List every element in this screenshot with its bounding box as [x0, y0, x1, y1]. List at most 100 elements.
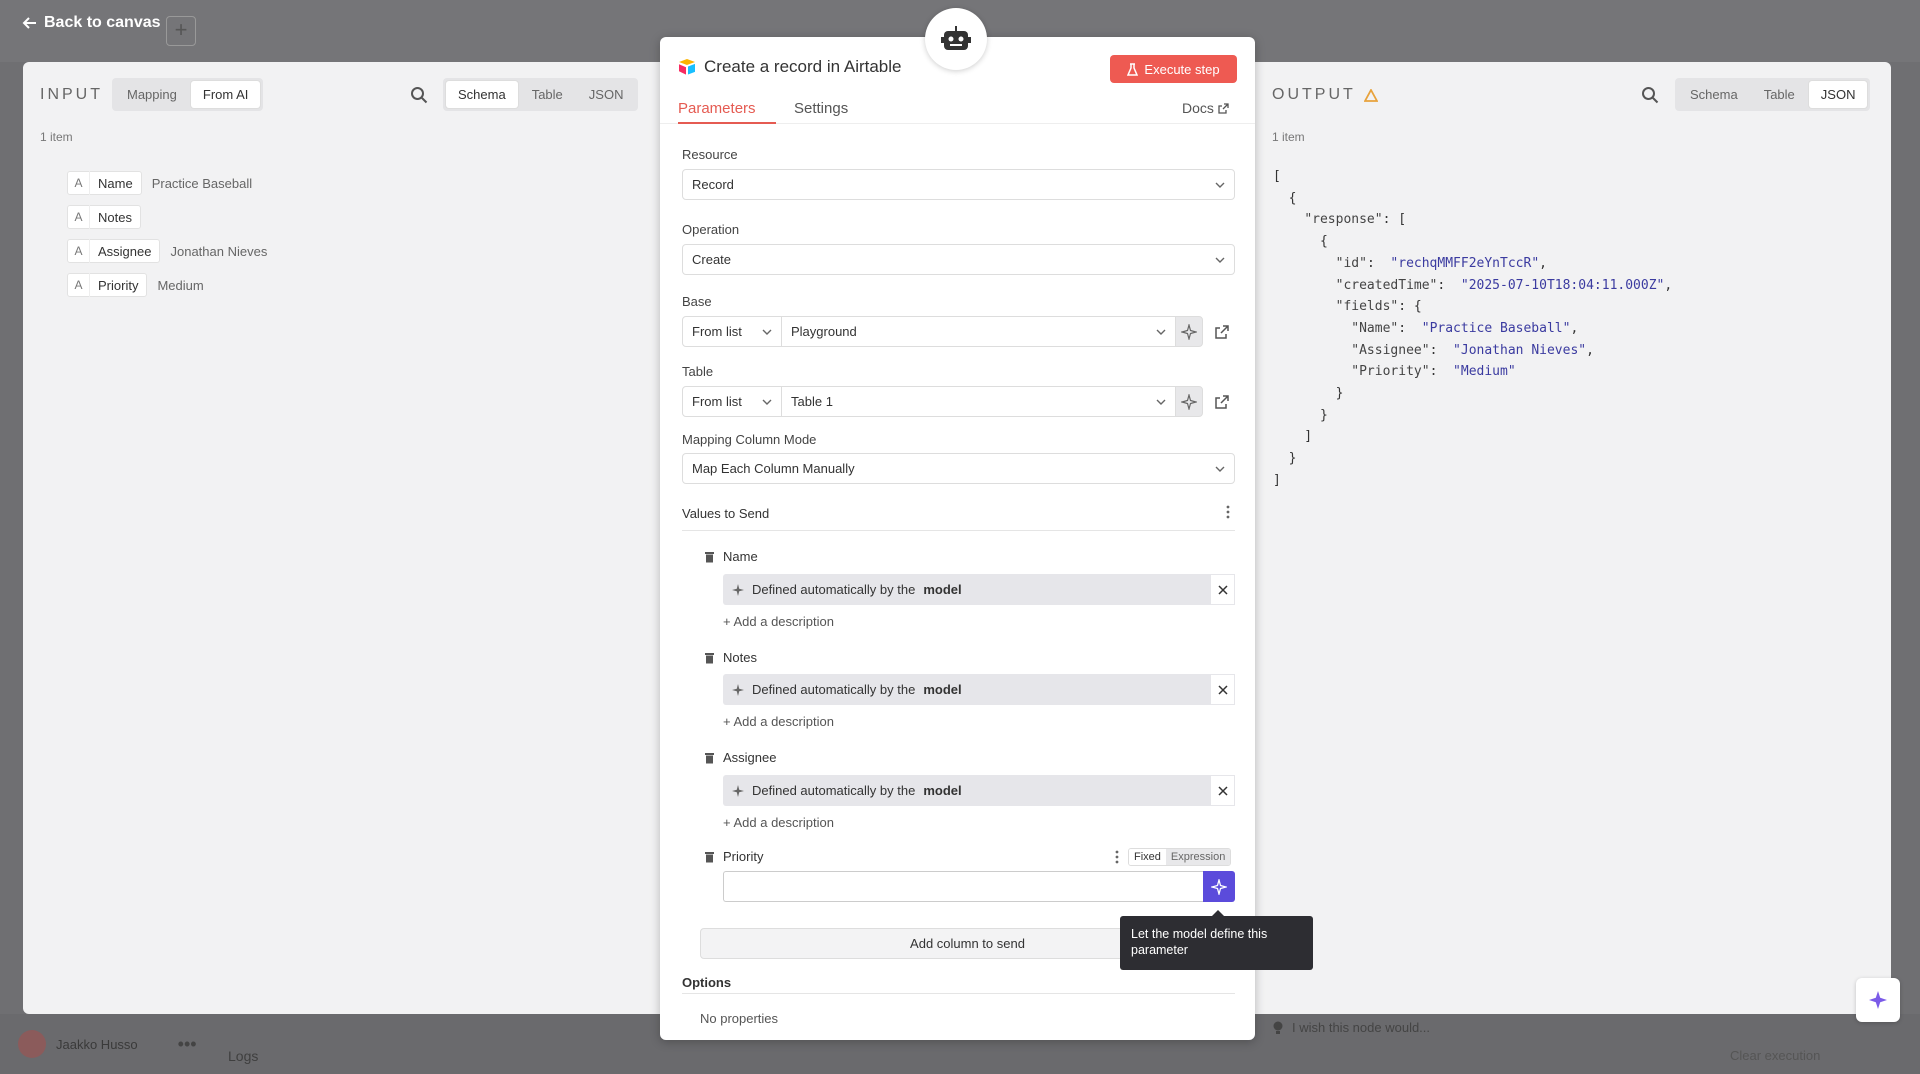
back-to-canvas-link[interactable]: Back to canvas	[22, 14, 161, 32]
auto-bold: model	[923, 783, 962, 798]
sparkle-icon	[1181, 323, 1197, 340]
add-description-link[interactable]: + Add a description	[723, 714, 834, 729]
open-base-icon[interactable]	[1214, 324, 1230, 340]
json-line: "Priority": "Medium"	[1351, 364, 1516, 380]
schema-key-pill[interactable]: A Assignee	[67, 239, 161, 263]
sparkle-icon	[732, 583, 744, 596]
table-label: Table	[682, 364, 714, 379]
arrow-left-icon	[22, 17, 36, 29]
json-line: ]	[1273, 429, 1313, 445]
section-divider	[682, 530, 1235, 531]
user-menu[interactable]: Jaakko Husso •••	[18, 1030, 197, 1058]
schema-value: Jonathan Nieves	[170, 243, 268, 259]
auto-prefix: Defined automatically by the	[752, 582, 916, 597]
schema-value: Practice Baseball	[151, 175, 253, 191]
field-label: Notes	[723, 650, 757, 665]
logs-label[interactable]: Logs	[228, 1048, 258, 1064]
string-type-icon: A	[68, 239, 90, 263]
table-ai-button[interactable]	[1175, 386, 1203, 417]
base-mode-value: From list	[692, 324, 742, 339]
auto-defined-field[interactable]: Defined automatically by the model	[723, 775, 1235, 806]
external-link-icon	[1218, 102, 1229, 114]
docs-label: Docs	[1182, 100, 1214, 116]
tab-settings[interactable]: Settings	[794, 100, 848, 117]
auto-defined-field[interactable]: Defined automatically by the model	[723, 674, 1235, 705]
operation-select[interactable]: Create	[682, 244, 1235, 275]
mapping-mode-value: Map Each Column Manually	[692, 461, 855, 476]
tab-mapping[interactable]: Mapping	[115, 81, 189, 108]
input-panel: INPUT Mapping From AI Schema Table JSON …	[23, 62, 659, 1014]
sparkle-icon	[1181, 393, 1197, 410]
fixed-expression-toggle: Fixed Expression	[1128, 848, 1232, 866]
mapping-mode-select[interactable]: Map Each Column Manually	[682, 453, 1235, 484]
avatar	[18, 1030, 46, 1058]
input-label: INPUT	[40, 86, 103, 103]
field-label: Assignee	[723, 750, 777, 765]
add-description-link[interactable]: + Add a description	[723, 614, 834, 629]
ai-assistant-button[interactable]	[1856, 978, 1900, 1022]
tab-table[interactable]: Table	[1752, 81, 1807, 108]
resource-select[interactable]: Record	[682, 169, 1235, 200]
clear-ai-button[interactable]	[1210, 674, 1235, 705]
node-title[interactable]: Create a record in Airtable	[704, 57, 902, 77]
add-description-link[interactable]: + Add a description	[723, 815, 834, 830]
table-select[interactable]: Table 1	[781, 386, 1176, 417]
docs-link[interactable]: Docs	[1182, 100, 1229, 116]
tab-schema[interactable]: Schema	[446, 81, 518, 108]
tab-parameters[interactable]: Parameters	[678, 100, 756, 117]
trash-icon[interactable]	[704, 851, 715, 863]
output-panel: OUTPUT Schema Table JSON 1 item [ { "res…	[1255, 62, 1891, 1014]
table-mode-select[interactable]: From list	[682, 386, 782, 417]
json-line: {	[1273, 234, 1328, 250]
search-icon[interactable]	[1641, 86, 1659, 104]
kebab-icon[interactable]	[1226, 505, 1230, 519]
base-mode-select[interactable]: From list	[682, 316, 782, 347]
tab-json[interactable]: JSON	[577, 81, 636, 108]
expression-option[interactable]: Expression	[1165, 849, 1231, 865]
tab-from-ai[interactable]: From AI	[190, 81, 261, 108]
base-select[interactable]: Playground	[781, 316, 1176, 347]
schema-key-pill[interactable]: A Notes	[67, 205, 141, 229]
open-table-icon[interactable]	[1214, 394, 1230, 410]
trash-icon[interactable]	[704, 652, 715, 664]
clear-execution-button[interactable]: Clear execution	[1730, 1048, 1820, 1063]
more-icon[interactable]: •••	[178, 1034, 197, 1055]
clear-ai-button[interactable]	[1210, 574, 1235, 605]
base-ai-button[interactable]	[1175, 316, 1203, 347]
field-label: Name	[723, 549, 758, 564]
auto-defined-field[interactable]: Defined automatically by the model	[723, 574, 1235, 605]
kebab-icon[interactable]	[1115, 850, 1119, 864]
json-line: "response": [	[1304, 212, 1407, 228]
execute-step-button[interactable]: Execute step	[1110, 55, 1237, 83]
values-to-send-title: Values to Send	[682, 506, 770, 521]
string-type-icon: A	[68, 205, 90, 229]
trash-icon[interactable]	[704, 752, 715, 764]
feedback-link[interactable]: I wish this node would...	[1272, 1020, 1430, 1035]
add-node-button[interactable]: +	[166, 16, 196, 46]
trash-icon[interactable]	[704, 551, 715, 563]
lightbulb-icon	[1273, 1021, 1283, 1034]
json-line: "fields": {	[1335, 299, 1422, 315]
user-name: Jaakko Husso	[56, 1036, 138, 1052]
schema-row: A Assignee Jonathan Nieves	[67, 234, 267, 268]
tab-schema[interactable]: Schema	[1678, 81, 1750, 108]
schema-row: A Priority Medium	[67, 268, 267, 302]
json-viewer[interactable]: [ { "response": [ { "id": "rechqMMFF2eYn…	[1273, 166, 1672, 492]
active-tab-indicator	[678, 122, 776, 124]
let-model-define-button[interactable]	[1203, 871, 1235, 902]
auto-prefix: Defined automatically by the	[752, 783, 916, 798]
tab-table[interactable]: Table	[520, 81, 575, 108]
search-icon[interactable]	[410, 86, 428, 104]
mapping-mode-label: Mapping Column Mode	[682, 432, 817, 447]
schema-key-pill[interactable]: A Name	[67, 171, 142, 195]
tab-json[interactable]: JSON	[1808, 81, 1868, 108]
json-created-time: 2025-07-10T18:04:11.000Z	[1468, 277, 1657, 293]
auto-bold: model	[923, 682, 962, 697]
clear-ai-button[interactable]	[1210, 775, 1235, 806]
sparkle-icon	[732, 683, 744, 696]
string-type-icon: A	[68, 273, 90, 297]
schema-key-pill[interactable]: A Priority	[67, 273, 148, 297]
priority-input[interactable]	[723, 871, 1203, 902]
item-count: 1 item	[40, 130, 73, 144]
fixed-option[interactable]: Fixed	[1129, 849, 1166, 865]
